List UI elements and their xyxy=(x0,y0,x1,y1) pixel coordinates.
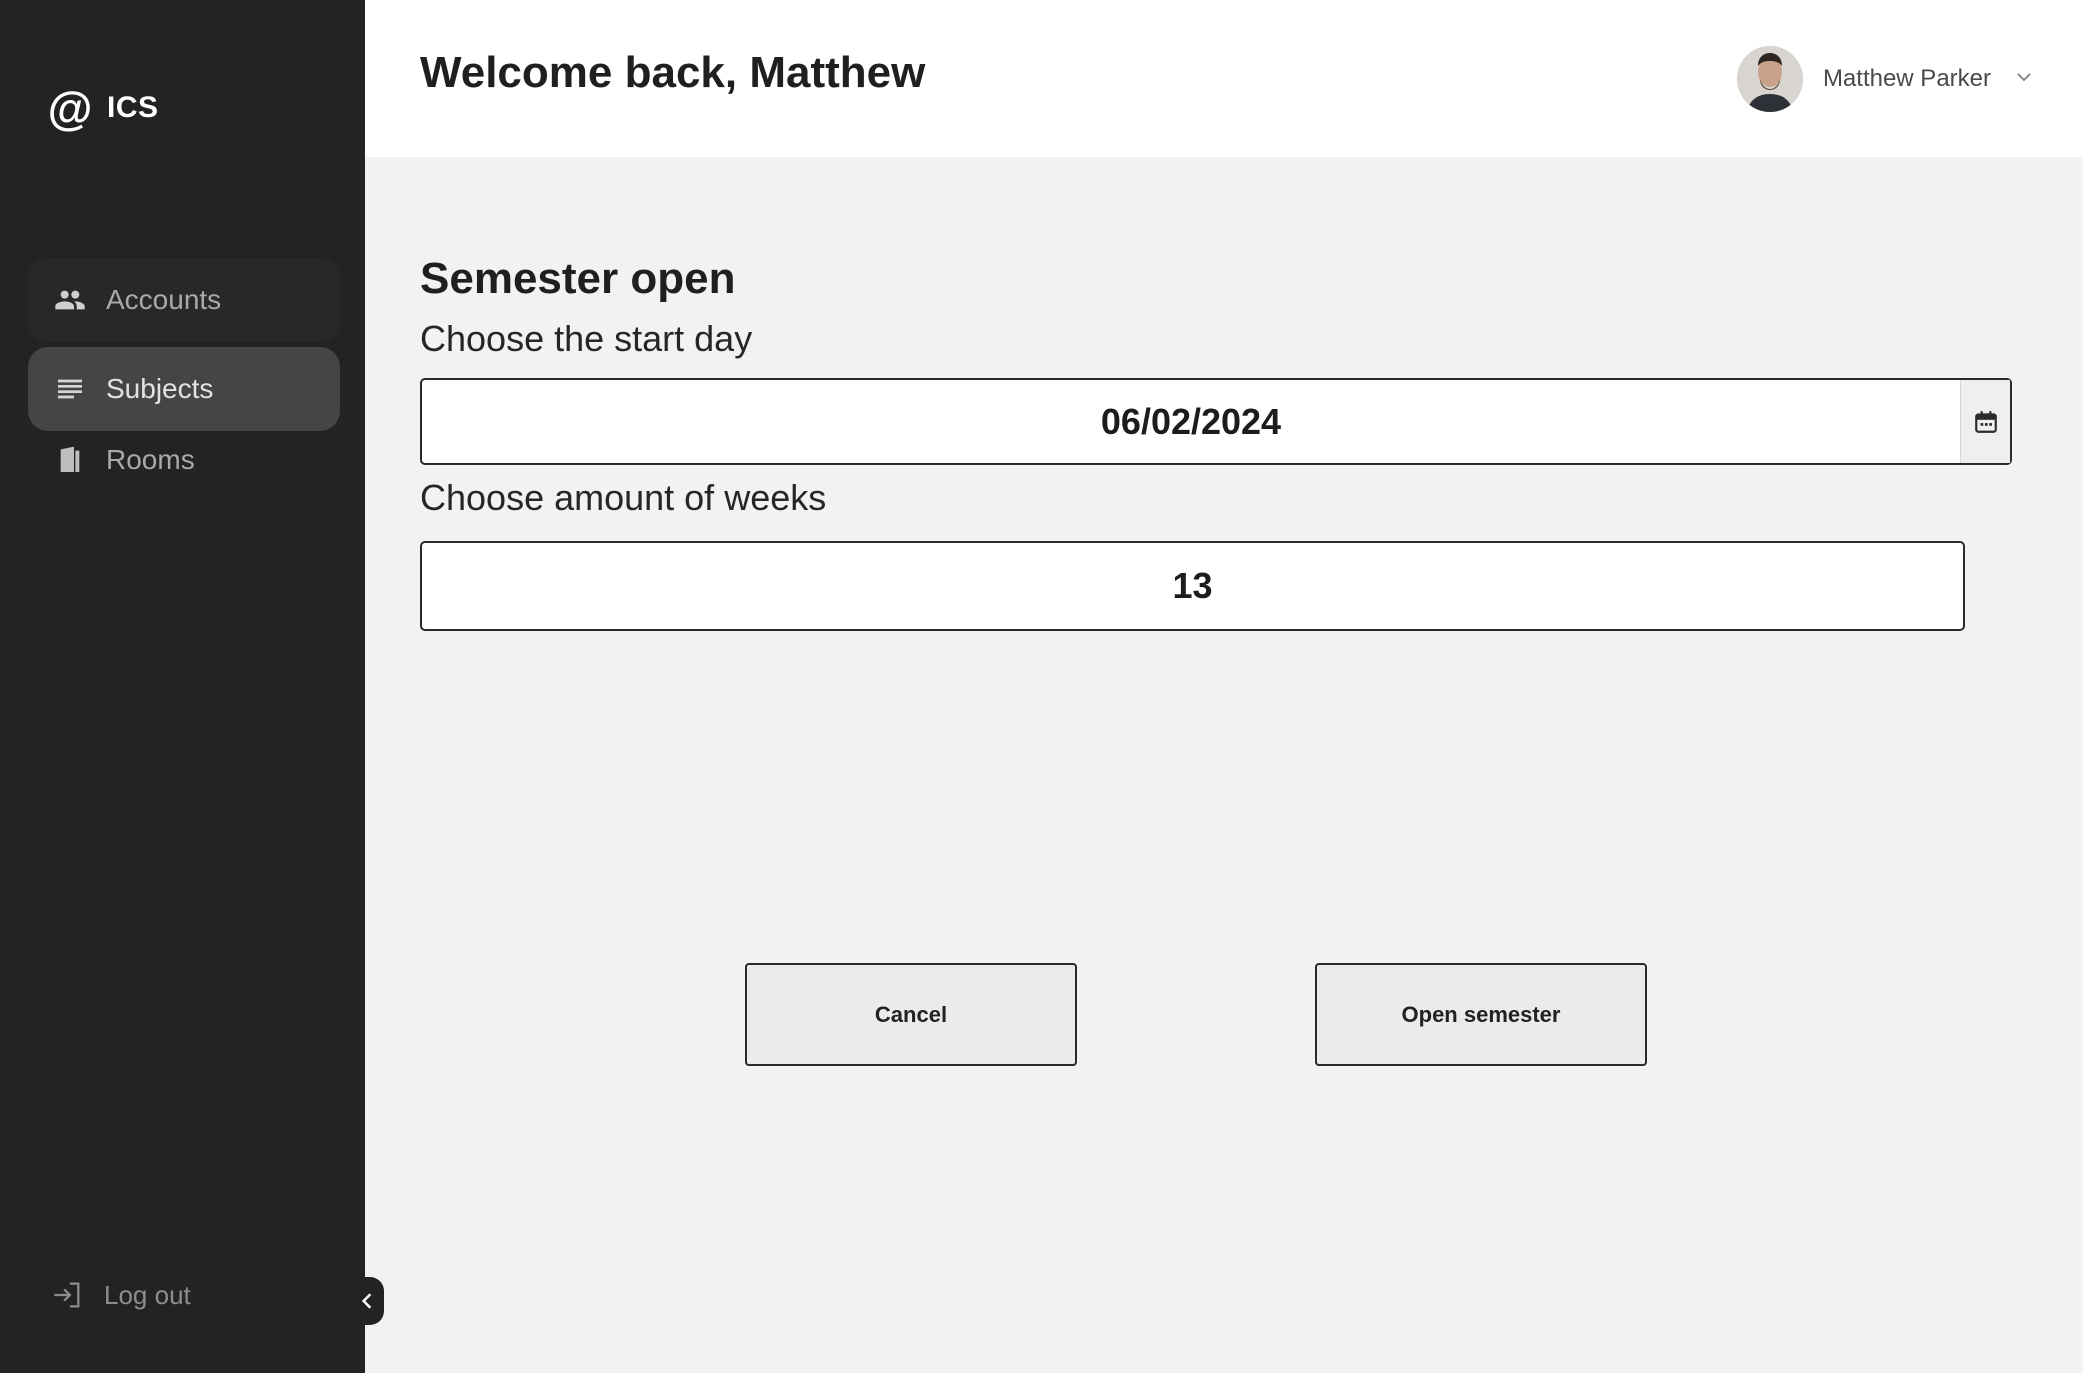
calendar-icon xyxy=(1974,410,1997,433)
user-menu[interactable]: Matthew Parker xyxy=(1736,46,2033,112)
door-icon xyxy=(52,442,88,478)
user-name: Matthew Parker xyxy=(1822,65,1991,92)
logout-icon xyxy=(54,1282,80,1308)
start-date-input[interactable]: 06/02/2024 xyxy=(420,378,2012,465)
people-icon xyxy=(52,282,88,318)
open-semester-button[interactable]: Open semester xyxy=(1315,963,1647,1066)
date-picker-button[interactable] xyxy=(1960,380,2010,463)
cancel-button[interactable]: Cancel xyxy=(745,963,1077,1066)
at-sign-logo-icon: @ xyxy=(47,82,93,134)
list-lines-icon xyxy=(52,371,88,407)
sidebar-item-label: Rooms xyxy=(106,444,195,475)
start-date-value: 06/02/2024 xyxy=(1100,400,1282,442)
weeks-input[interactable]: 13 xyxy=(420,541,1965,631)
sidebar: @ ICS Accounts Subjects Rooms Log out xyxy=(0,0,365,1373)
logout-label: Log out xyxy=(104,1279,191,1310)
section-title: Semester open xyxy=(420,254,736,303)
collapse-sidebar-button[interactable] xyxy=(350,1277,384,1325)
page-title: Welcome back, Matthew xyxy=(420,48,926,97)
chevron-left-icon xyxy=(361,1293,372,1309)
weeks-label: Choose amount of weeks xyxy=(420,477,827,518)
avatar xyxy=(1736,46,1803,112)
logout-button[interactable]: Log out xyxy=(50,1278,191,1312)
weeks-value: 13 xyxy=(1172,565,1213,606)
brand-name: ICS xyxy=(107,91,159,124)
sidebar-item-accounts[interactable]: Accounts xyxy=(28,258,340,342)
sidebar-item-rooms[interactable]: Rooms xyxy=(28,420,340,500)
sidebar-item-label: Subjects xyxy=(106,373,214,404)
top-header: Welcome back, Matthew Matthew Parker xyxy=(365,0,2083,157)
brand-logo[interactable]: @ ICS xyxy=(47,82,159,134)
sidebar-item-subjects[interactable]: Subjects xyxy=(28,347,340,431)
sidebar-item-label: Accounts xyxy=(106,284,222,315)
start-day-label: Choose the start day xyxy=(420,318,753,359)
chevron-down-icon xyxy=(2015,70,2033,88)
